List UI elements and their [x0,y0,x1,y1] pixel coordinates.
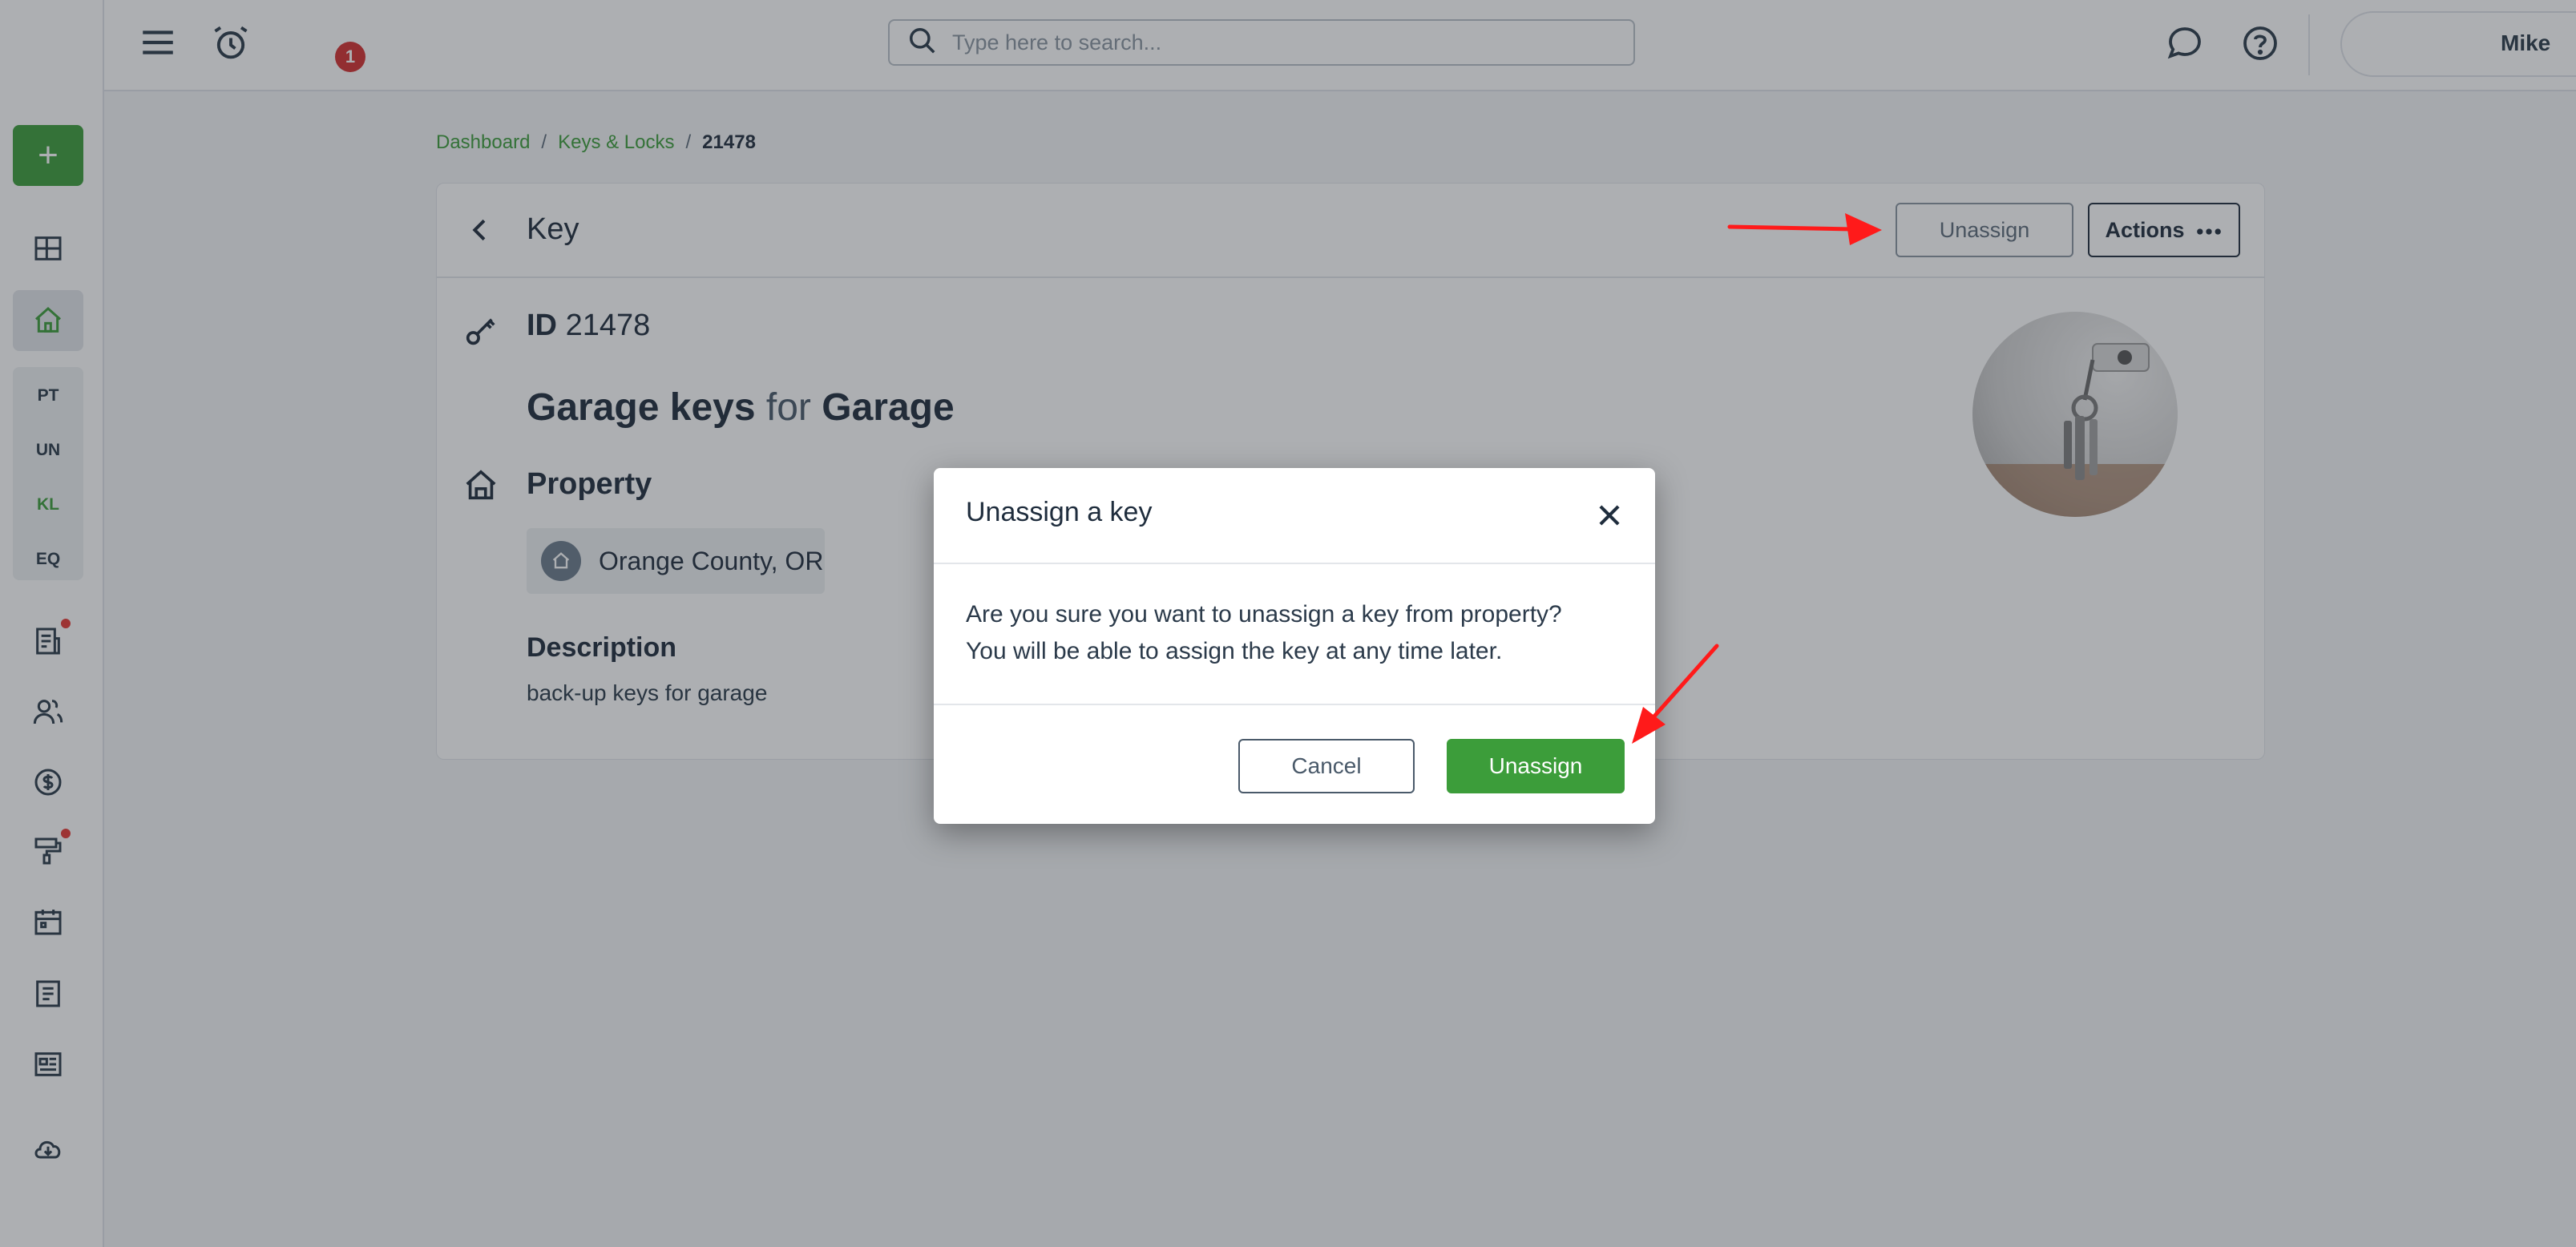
dialog-header: Unassign a key [934,468,1655,564]
unassign-key-dialog: Unassign a key Are you sure you want to … [934,468,1655,824]
dialog-message: Are you sure you want to unassign a key … [966,596,1631,670]
cancel-button[interactable]: Cancel [1238,739,1415,793]
dialog-message-line-1: Are you sure you want to unassign a key … [966,601,1562,628]
dialog-message-line-2: You will be able to assign the key at an… [966,638,1503,664]
dialog-title: Unassign a key [966,497,1153,527]
close-icon[interactable] [1594,500,1625,531]
confirm-unassign-button[interactable]: Unassign [1447,739,1625,793]
dialog-footer: Cancel Unassign [934,704,1655,824]
